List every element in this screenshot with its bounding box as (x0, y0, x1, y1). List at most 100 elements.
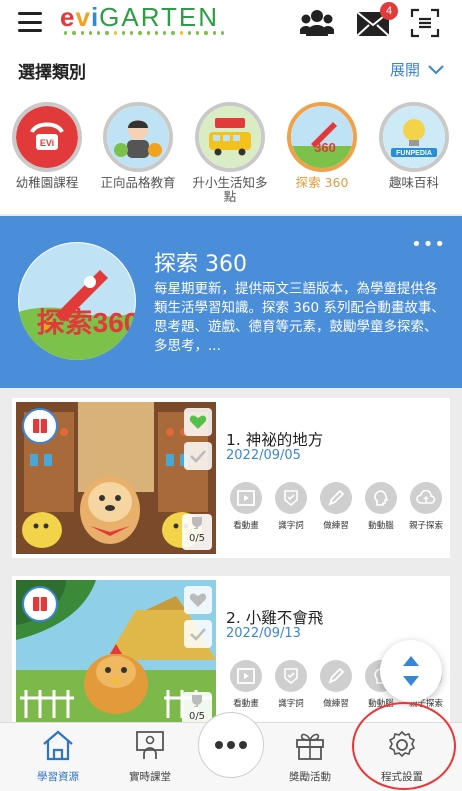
activity-watch-animation[interactable]: 看動畫 (226, 482, 266, 531)
activity-exercise[interactable]: 做練習 (316, 482, 356, 531)
more-options-icon[interactable]: ••• (411, 234, 446, 255)
pencil-icon (328, 667, 345, 684)
cloud-upload-icon (416, 490, 436, 504)
svg-text:EVi: EVi (40, 138, 54, 148)
category-item-funpedia[interactable]: FUNPEDIA 趣味百科 (373, 102, 455, 190)
svg-text:360: 360 (314, 140, 336, 155)
nav-live-class[interactable]: 實時課堂 (110, 729, 190, 784)
lesson-thumbnail[interactable]: 0/5 (16, 402, 216, 554)
nav-label: 獎勵活動 (289, 771, 331, 783)
check-icon[interactable] (184, 620, 212, 648)
activity-label: 親子探索 (408, 521, 443, 531)
scan-icon[interactable] (410, 8, 444, 38)
character-icon (103, 102, 173, 172)
category-label: 探索 360 (295, 175, 349, 190)
abc-icon (284, 490, 298, 507)
funpedia-icon: FUNPEDIA (379, 102, 449, 172)
expand-label: 展開 (389, 61, 420, 79)
brain-icon (374, 490, 389, 506)
evigarten-logo: eviGARTEN (60, 2, 230, 40)
progress-count: 0/5 (188, 533, 206, 544)
settings-icon (388, 730, 416, 758)
category-item-primary-prep[interactable]: 升小生活知多點 (189, 102, 271, 204)
category-label: 正向品格教育 (100, 175, 176, 190)
nav-label: 實時課堂 (129, 771, 171, 783)
trophy-icon (192, 517, 202, 529)
svg-text:FUNPEDIA: FUNPEDIA (396, 150, 432, 157)
book-icon (22, 408, 58, 444)
category-banner: 探索360 探索 360 每星期更新，提供兩文三語版本，為學童提供各類生活學習知… (0, 216, 462, 388)
category-item-kindergarten[interactable]: EVi 幼稚園課程 (6, 102, 88, 190)
mail-icon[interactable]: 4 (356, 2, 398, 38)
category-title: 選擇類別 (18, 63, 86, 83)
abc-icon (284, 668, 298, 685)
activity-label: 動動腦 (368, 521, 394, 531)
group-icon[interactable] (299, 8, 335, 38)
lesson-title[interactable]: 1. 神祕的地方 (226, 428, 323, 450)
expand-button[interactable]: 展開 (390, 59, 444, 80)
logo-letter-i: i (90, 2, 100, 32)
activity-label: 做練習 (323, 521, 349, 531)
top-app-bar: eviGARTEN 4 (0, 0, 462, 46)
nav-learning-resources[interactable]: 學習資源 (18, 729, 98, 784)
film-icon (237, 668, 255, 684)
banner-title: 探索 360 (154, 252, 247, 277)
banner-description: 每星期更新，提供兩文三語版本，為學童提供各類生活學習知識。探索 360 系列配合… (154, 281, 445, 354)
nav-label: 程式設置 (381, 771, 423, 783)
lesson-title[interactable]: 2. 小雞不會飛 (226, 606, 323, 628)
trophy-icon (192, 695, 202, 707)
gift-icon (296, 733, 324, 760)
live-class-icon (136, 731, 164, 759)
activity-brain[interactable]: 動動腦 (361, 482, 401, 531)
logo-lettering: 探索360 (37, 307, 136, 338)
lesson-date: 2022/09/13 (226, 626, 301, 641)
activity-vocabulary[interactable]: 識字詞 (271, 660, 311, 709)
nav-label: 學習資源 (37, 771, 79, 783)
lesson-card[interactable]: 0/5 1. 神祕的地方 2022/09/05 看動畫 識字詞 做練習 動動腦 (12, 398, 450, 558)
pencil-icon (328, 489, 345, 506)
explore-360-logo: 探索360 (18, 242, 136, 360)
activity-family-explore[interactable]: 親子探索 (406, 482, 446, 531)
menu-icon[interactable] (18, 12, 42, 32)
progress-badge: 0/5 (182, 514, 212, 550)
heart-icon[interactable] (184, 586, 212, 614)
activity-label: 動動腦 (368, 699, 394, 709)
scroll-control-button[interactable] (380, 640, 442, 702)
logo-word-garten: GARTEN (99, 2, 220, 32)
heart-icon[interactable] (184, 408, 212, 436)
category-item-character[interactable]: 正向品格教育 (97, 102, 179, 190)
lesson-date: 2022/09/05 (226, 448, 301, 463)
mail-count-badge: 4 (380, 2, 398, 20)
activity-vocabulary[interactable]: 識字詞 (271, 482, 311, 531)
category-item-explore-360[interactable]: 360 探索 360 (281, 102, 363, 190)
category-selector: 選擇類別 展開 EVi 幼稚園課程 正向品格教育 升小生活知多點 360 探索 … (0, 46, 462, 214)
category-label: 趣味百科 (388, 175, 439, 190)
activity-label: 做練習 (323, 699, 349, 709)
logo-letter-e: e (60, 2, 76, 32)
caret-down-icon (403, 676, 419, 686)
lesson-thumbnail[interactable]: 0/5 (16, 580, 216, 732)
check-icon[interactable] (184, 442, 212, 470)
logo-letter-v: v (75, 2, 91, 32)
activity-label: 識字詞 (278, 521, 304, 531)
school-bus-icon (195, 102, 265, 172)
activity-exercise[interactable]: 做練習 (316, 660, 356, 709)
activity-watch-animation[interactable]: 看動畫 (226, 660, 266, 709)
rocket-360-icon: 360 (287, 102, 357, 172)
more-menu-button[interactable] (198, 712, 264, 778)
nav-settings[interactable]: 程式設置 (362, 729, 442, 784)
nav-rewards[interactable]: 獎勵活動 (270, 729, 350, 784)
evi-logo-icon: EVi (12, 102, 82, 172)
home-icon (43, 730, 73, 761)
caret-up-icon (403, 656, 419, 666)
film-icon (237, 490, 255, 506)
category-label: 幼稚園課程 (15, 175, 79, 190)
category-label: 升小生活知多點 (192, 175, 268, 204)
app-root: eviGARTEN 4 選擇類別 展開 EVi 幼稚園課程 正向品格教育 升小生… (0, 0, 462, 791)
chevron-down-icon (428, 64, 444, 74)
activity-label: 識字詞 (278, 699, 304, 709)
activity-row: 看動畫 識字詞 做練習 動動腦 親子探索 (226, 482, 446, 531)
activity-label: 看動畫 (233, 699, 259, 709)
activity-label: 看動畫 (233, 521, 259, 531)
book-icon (22, 586, 58, 622)
